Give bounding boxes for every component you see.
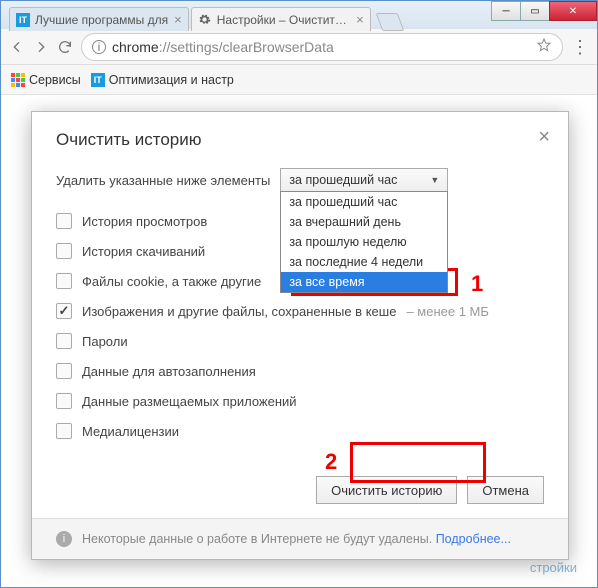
checkbox[interactable]	[56, 243, 72, 259]
chevron-down-icon: ▼	[430, 175, 439, 185]
favicon-it-icon: IT	[16, 13, 30, 27]
checkbox[interactable]	[56, 303, 72, 319]
url-path: ://settings/clearBrowserData	[159, 39, 334, 55]
dropdown-option-1[interactable]: за вчерашний день	[281, 212, 447, 232]
info-icon: i	[56, 531, 72, 547]
apps-button[interactable]: Сервисы	[11, 73, 81, 87]
tab-label: Лучшие программы для	[35, 13, 168, 27]
bookmark-item-1[interactable]: IT Оптимизация и настр	[91, 73, 234, 87]
time-range-dropdown[interactable]: за прошедший час ▼ за прошедший час за в…	[280, 168, 448, 192]
bookmark-label: Оптимизация и настр	[109, 73, 234, 87]
dropdown-option-4[interactable]: за все время	[281, 272, 447, 292]
clear-history-dialog: Очистить историю × Удалить указанные ниж…	[31, 111, 569, 560]
menu-button[interactable]: ⋮	[571, 42, 589, 52]
check-row-hosted-apps[interactable]: Данные размещаемых приложений	[56, 386, 544, 416]
bookmark-star-icon[interactable]	[536, 37, 552, 56]
check-label: Медиалицензии	[82, 424, 179, 439]
bookmark-it-icon: IT	[91, 73, 105, 87]
dropdown-selected: за прошедший час	[289, 173, 397, 187]
favicon-gear-icon	[198, 13, 212, 27]
close-window-button[interactable]: ✕	[549, 1, 597, 21]
dropdown-option-2[interactable]: за прошлую неделю	[281, 232, 447, 252]
forward-button[interactable]	[33, 39, 49, 55]
back-button[interactable]	[9, 39, 25, 55]
close-tab-icon[interactable]: ×	[174, 12, 182, 27]
dropdown-option-0[interactable]: за прошедший час	[281, 192, 447, 212]
checkbox[interactable]	[56, 393, 72, 409]
clear-history-button[interactable]: Очистить историю	[316, 476, 457, 504]
dialog-header: Очистить историю ×	[32, 112, 568, 162]
note-link[interactable]: Подробнее...	[436, 532, 511, 546]
new-tab-button[interactable]	[375, 13, 404, 31]
checkbox[interactable]	[56, 273, 72, 289]
tab-0[interactable]: IT Лучшие программы для ×	[9, 7, 189, 31]
check-label: Данные размещаемых приложений	[82, 394, 297, 409]
check-label: Изображения и другие файлы, сохраненные …	[82, 304, 396, 319]
check-row-media-licenses[interactable]: Медиалицензии	[56, 416, 544, 446]
checkbox[interactable]	[56, 363, 72, 379]
browser-window: IT Лучшие программы для × Настройки – Оч…	[0, 0, 598, 588]
check-row-autofill[interactable]: Данные для автозаполнения	[56, 356, 544, 386]
cancel-button[interactable]: Отмена	[467, 476, 544, 504]
dialog-footer: Очистить историю Отмена	[32, 462, 568, 518]
apps-icon	[11, 73, 25, 87]
tab-1[interactable]: Настройки – Очистить и ×	[191, 7, 371, 31]
bg-text: стройки	[530, 560, 577, 575]
checkbox[interactable]	[56, 423, 72, 439]
titlebar: IT Лучшие программы для × Настройки – Оч…	[1, 1, 597, 29]
dialog-body: Удалить указанные ниже элементы за проше…	[32, 162, 568, 462]
tabstrip: IT Лучшие программы для × Настройки – Оч…	[9, 3, 401, 31]
check-row-passwords[interactable]: Пароли	[56, 326, 544, 356]
note-text: Некоторые данные о работе в Интернете не…	[82, 532, 436, 546]
dropdown-list: за прошедший час за вчерашний день за пр…	[280, 191, 448, 293]
check-label: Данные для автозаполнения	[82, 364, 256, 379]
check-label: Файлы cookie, а также другие	[82, 274, 261, 289]
minimize-button[interactable]: ─	[491, 1, 521, 21]
dialog-note: i Некоторые данные о работе в Интернете …	[32, 518, 568, 559]
check-label: История просмотров	[82, 214, 207, 229]
bookmarks-bar: Сервисы IT Оптимизация и настр	[1, 65, 597, 95]
dialog-close-button[interactable]: ×	[538, 126, 550, 149]
url-host: chrome	[112, 39, 159, 55]
check-row-cached-images[interactable]: Изображения и другие файлы, сохраненные …	[56, 296, 544, 326]
tab-label: Настройки – Очистить и	[217, 13, 350, 27]
prompt-label: Удалить указанные ниже элементы	[56, 173, 270, 188]
check-extra: – менее 1 МБ	[406, 304, 488, 319]
check-label: История скачиваний	[82, 244, 205, 259]
prompt-row: Удалить указанные ниже элементы за проше…	[56, 168, 544, 192]
dropdown-button[interactable]: за прошедший час ▼	[280, 168, 448, 192]
apps-label: Сервисы	[29, 73, 81, 87]
window-buttons: ─ ▭ ✕	[492, 1, 597, 21]
close-tab-icon[interactable]: ×	[356, 12, 364, 27]
checkbox[interactable]	[56, 213, 72, 229]
maximize-button[interactable]: ▭	[520, 1, 550, 21]
toolbar: i chrome://settings/clearBrowserData ⋮	[1, 29, 597, 65]
reload-button[interactable]	[57, 39, 73, 55]
site-info-icon[interactable]: i	[92, 40, 106, 54]
dropdown-option-3[interactable]: за последние 4 недели	[281, 252, 447, 272]
checkbox[interactable]	[56, 333, 72, 349]
dialog-title: Очистить историю	[56, 130, 201, 149]
check-label: Пароли	[82, 334, 128, 349]
address-bar[interactable]: i chrome://settings/clearBrowserData	[81, 33, 563, 61]
